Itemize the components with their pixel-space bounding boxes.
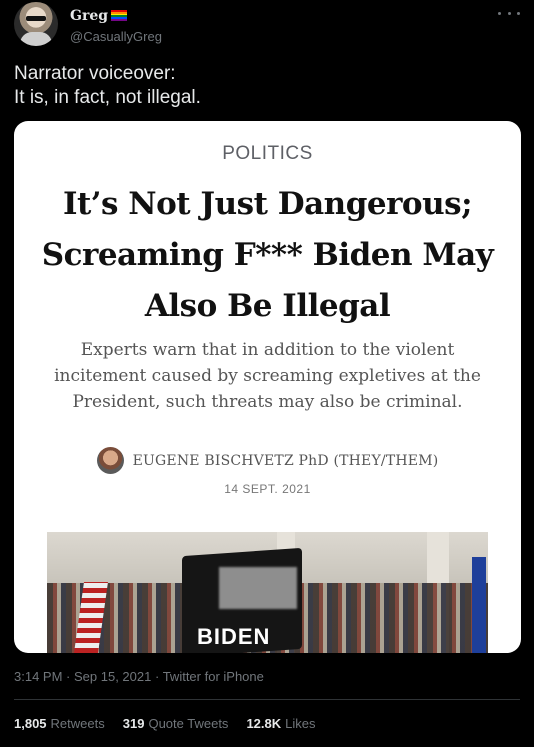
tweet-source[interactable]: Twitter for iPhone [163, 669, 264, 684]
tweet-time[interactable]: 3:14 PM [14, 669, 62, 684]
blurred-region [219, 567, 297, 609]
avatar[interactable] [14, 2, 58, 46]
blue-flag [472, 557, 486, 653]
tweet-text-line-1: Narrator voiceover: [14, 63, 176, 84]
display-name[interactable]: Greg [70, 8, 108, 24]
article-photo: BIDEN [47, 532, 488, 653]
tweet-stats: 1,805 Retweets 319 Quote Tweets 12.8K Likes [14, 716, 316, 731]
retweets-stat[interactable]: 1,805 Retweets [14, 716, 105, 731]
flag-text: BIDEN [197, 624, 271, 649]
article-kicker: POLITICS [222, 143, 313, 164]
article-byline: EUGENE BISCHVETZ PhD (THEY/THEM) [14, 447, 521, 474]
author-name: EUGENE BISCHVETZ PhD (THEY/THEM) [132, 452, 439, 469]
tweet-meta: 3:14 PM · Sep 15, 2021 · Twitter for iPh… [14, 669, 264, 684]
divider [14, 699, 520, 700]
quote-tweets-stat[interactable]: 319 Quote Tweets [123, 716, 229, 731]
author-avatar [96, 447, 124, 474]
likes-stat[interactable]: 12.8K Likes [246, 716, 315, 731]
article-date: 14 SEPT. 2021 [224, 482, 311, 496]
tweet-text: Narrator voiceover: It is, in fact, not … [14, 62, 520, 110]
tweet-date[interactable]: Sep 15, 2021 [74, 669, 151, 684]
tweet-header: Greg @CasuallyGreg [14, 2, 520, 46]
article-dek: Experts warn that in addition to the vio… [54, 340, 481, 412]
article-headline: It’s Not Just Dangerous; Screaming F*** … [41, 186, 494, 324]
user-handle[interactable]: @CasuallyGreg [70, 29, 162, 44]
attached-image[interactable]: POLITICS It’s Not Just Dangerous; Scream… [14, 121, 521, 653]
user-name-block[interactable]: Greg @CasuallyGreg [70, 7, 162, 44]
tweet-text-line-2: It is, in fact, not illegal. [14, 87, 201, 108]
rainbow-flag-icon [111, 10, 128, 21]
more-options-icon[interactable] [498, 6, 520, 20]
